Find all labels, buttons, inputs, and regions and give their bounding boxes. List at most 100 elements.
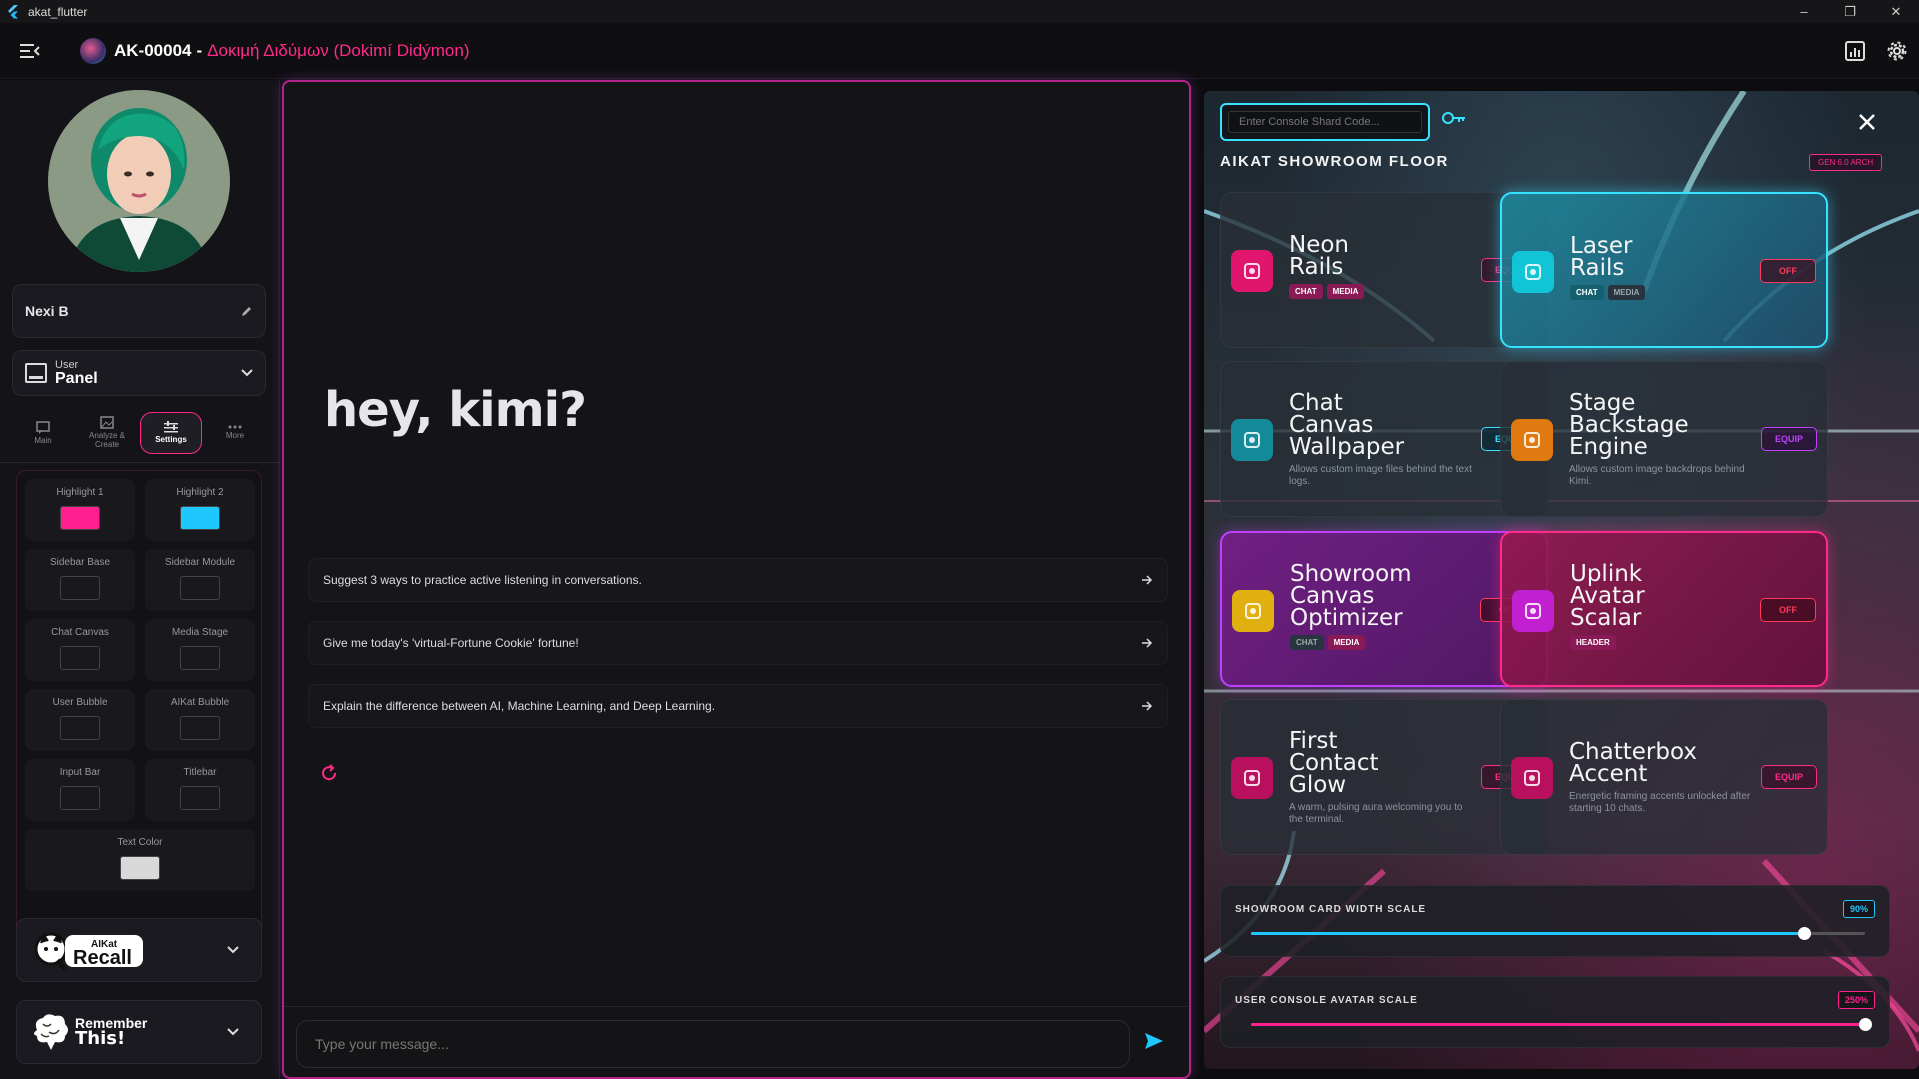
rails-icon <box>1231 250 1273 292</box>
menu-toggle-button[interactable] <box>14 35 46 67</box>
page-title: AK-00004- Δοκιμή Διδύμων (Dokimí Didýmon) <box>114 41 470 61</box>
color-swatch[interactable] <box>60 506 100 530</box>
color-swatch[interactable] <box>60 716 100 740</box>
card-title-line: Stage <box>1569 390 1636 416</box>
color-setting-label: Sidebar Base <box>49 557 111 568</box>
card-title-line: Avatar <box>1570 583 1645 609</box>
card-tag: CHAT <box>1570 285 1604 300</box>
showroom-card[interactable]: ShowroomCanvasOptimizerCHATMEDIAOFF <box>1220 531 1548 687</box>
close-icon[interactable] <box>1858 113 1876 131</box>
stats-button[interactable] <box>1839 35 1871 67</box>
slider-thumb[interactable] <box>1797 927 1811 940</box>
slider-thumb[interactable] <box>1859 1018 1872 1031</box>
card-tags: CHAT MEDIA <box>1570 285 1646 300</box>
card-title: Chat Canvas Wallpaper <box>1289 392 1404 459</box>
tab-settings[interactable]: Settings <box>140 412 202 454</box>
slider-label: SHOWROOM CARD WIDTH SCALE <box>1235 904 1427 915</box>
refresh-suggestions-icon[interactable] <box>320 764 338 782</box>
color-swatch[interactable] <box>180 646 220 670</box>
color-setting-label: Highlight 2 <box>176 487 224 498</box>
panel-selector-small-label: User <box>55 358 79 371</box>
os-title-bar: akat_flutter – ❐ ✕ <box>0 0 1919 23</box>
color-swatch[interactable] <box>120 856 160 880</box>
color-swatch[interactable] <box>180 576 220 600</box>
color-setting-label: Sidebar Module <box>164 557 236 568</box>
chevron-down-icon <box>227 946 239 954</box>
message-input[interactable]: Type your message... <box>296 1020 1130 1068</box>
tab-more[interactable]: More <box>204 412 266 454</box>
brain-icon <box>34 1014 68 1050</box>
window-title: akat_flutter <box>28 4 88 19</box>
stage-icon <box>1511 419 1553 461</box>
aikat-recall-logo: AIKat Recall <box>34 932 143 971</box>
recall-logo-bottom: Recall <box>73 947 132 969</box>
suggestion-chip[interactable]: Suggest 3 ways to practice active listen… <box>308 558 1168 602</box>
sidebar-tabs: Main Analyze & Create Settings More <box>12 412 266 454</box>
wallpaper-icon <box>1231 419 1273 461</box>
key-icon[interactable] <box>1442 111 1466 125</box>
showroom-card[interactable]: Chatterbox Accent Energetic framing accent… <box>1500 699 1828 855</box>
pencil-icon[interactable] <box>241 305 253 317</box>
image-icon <box>100 416 114 429</box>
minimize-button[interactable]: – <box>1781 0 1827 23</box>
color-setting-label: Media Stage <box>171 627 229 638</box>
color-setting-label: Highlight 1 <box>56 487 104 498</box>
card-title-line: Backstage <box>1569 412 1689 438</box>
slider-fill <box>1251 1023 1865 1026</box>
chevron-down-icon <box>227 1028 239 1036</box>
card-description: Energetic framing accents unlocked after… <box>1569 791 1751 814</box>
slider-track[interactable] <box>1251 1018 1872 1031</box>
restore-button[interactable]: ❐ <box>1827 0 1873 23</box>
color-swatch[interactable] <box>60 646 100 670</box>
equip-button[interactable]: EQUIP <box>1761 427 1817 451</box>
sliders-icon <box>164 421 178 433</box>
card-title-line: Uplink <box>1570 561 1643 587</box>
color-swatch[interactable] <box>180 716 220 740</box>
color-swatch[interactable] <box>60 576 100 600</box>
panel-selector-label: Panel <box>55 369 98 387</box>
color-setting-text-color: Text Color <box>25 829 255 891</box>
shard-code-input[interactable] <box>1228 111 1422 133</box>
persona-code: AK-00004 <box>114 40 192 60</box>
card-title: First Contact Glow <box>1289 730 1378 797</box>
color-swatch[interactable] <box>60 786 100 810</box>
settings-button[interactable] <box>1881 35 1913 67</box>
tab-main[interactable]: Main <box>12 412 74 454</box>
equip-button[interactable]: EQUIP <box>1761 765 1817 789</box>
showroom-card[interactable]: Laser Rails CHAT MEDIA OFF <box>1500 192 1828 348</box>
color-swatch[interactable] <box>180 786 220 810</box>
card-tag: MEDIA <box>1327 635 1366 650</box>
card-title: Stage Backstage Engine <box>1569 390 1689 459</box>
suggestion-chip[interactable]: Explain the difference between AI, Machi… <box>308 684 1168 728</box>
persona-name-field[interactable]: Nexi B <box>12 284 266 338</box>
suggestion-text: Give me today's 'virtual-Fortune Cookie'… <box>323 636 579 650</box>
monitor-icon <box>25 363 47 383</box>
showroom-card[interactable]: NeonRailsCHATMEDIAEQUIP <box>1220 192 1548 348</box>
suggestion-chip[interactable]: Give me today's 'virtual-Fortune Cookie'… <box>308 621 1168 665</box>
close-window-button[interactable]: ✕ <box>1873 0 1919 23</box>
profile-avatar[interactable] <box>48 90 230 272</box>
slider-track[interactable] <box>1251 927 1865 940</box>
panel-selector[interactable]: User Panel <box>12 350 266 396</box>
color-swatch[interactable] <box>180 506 220 530</box>
slider-label: USER CONSOLE AVATAR SCALE <box>1235 995 1418 1006</box>
chevron-down-icon <box>241 369 253 377</box>
showroom-title: AIKAT SHOWROOM FLOOR <box>1220 153 1449 170</box>
showroom-card[interactable]: Stage Backstage Engine Allows custom image … <box>1500 361 1828 517</box>
slider-value-badge: 90% <box>1842 900 1875 918</box>
gear-icon <box>1887 41 1907 60</box>
tab-settings-label: Settings <box>155 435 187 445</box>
color-setting-label: Text Color <box>117 837 163 848</box>
aikat-recall-module[interactable]: AIKat Recall <box>16 918 262 982</box>
showroom-card[interactable]: First Contact Glow A warm, pulsing aura wel… <box>1220 699 1548 855</box>
showroom-card[interactable]: Chat Canvas Wallpaper Allows custom image f… <box>1220 361 1548 517</box>
color-setting-chat-canvas: Chat Canvas <box>25 619 135 681</box>
send-icon[interactable] <box>1144 1032 1164 1050</box>
showroom-card[interactable]: Uplink Avatar Scalar HEADER OFF <box>1500 531 1828 687</box>
remember-this-module[interactable]: Remember This! <box>16 1000 262 1064</box>
toggle-off-button[interactable]: OFF <box>1760 259 1816 283</box>
card-tag: CHAT <box>1289 284 1323 299</box>
tab-analyze-create[interactable]: Analyze & Create <box>76 412 138 454</box>
color-setting-highlight-2: Highlight 2 <box>145 479 255 541</box>
toggle-off-button[interactable]: OFF <box>1760 598 1816 622</box>
